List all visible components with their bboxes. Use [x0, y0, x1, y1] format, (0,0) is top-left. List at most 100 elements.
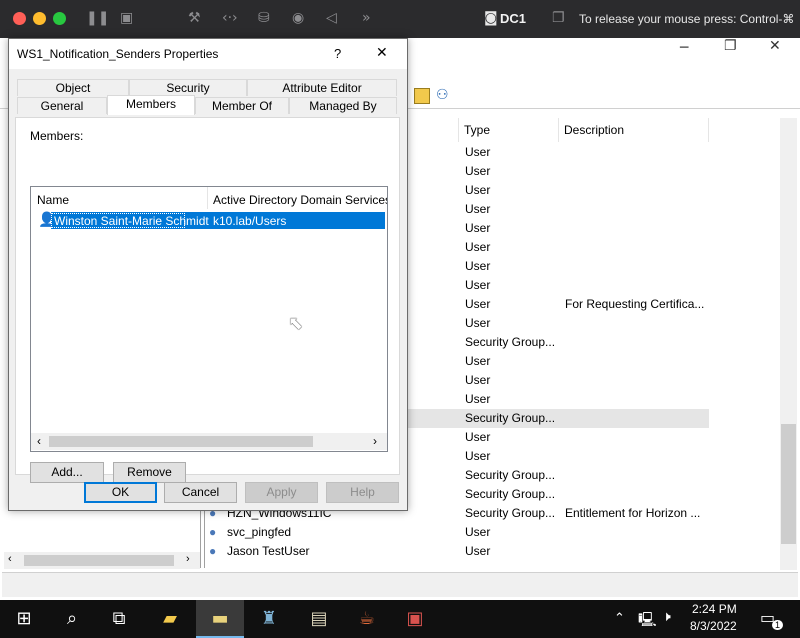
minimize-window-button[interactable] [33, 12, 46, 25]
dialog-title: WS1_Notification_Senders Properties [17, 47, 219, 61]
camera-icon[interactable]: ◉ [292, 10, 304, 26]
notification-count: 1 [772, 620, 784, 630]
tab-security[interactable]: Security [129, 79, 247, 96]
tab-general[interactable]: General [17, 97, 107, 114]
row-type: User [465, 373, 491, 387]
table-row[interactable]: ● Jason TestUser User [205, 542, 709, 561]
scroll-left-icon[interactable]: ‹ [37, 434, 41, 448]
column-header-name[interactable]: Name [31, 187, 208, 209]
row-type: User [465, 240, 491, 254]
row-description: For Requesting Certifica... [565, 297, 705, 311]
network-icon[interactable]: 🖳 [638, 609, 657, 633]
row-type: Security Group... [465, 487, 556, 501]
row-type: User [465, 278, 491, 292]
clock-time[interactable]: 2:24 PM [692, 602, 737, 616]
row-type: User [465, 449, 491, 463]
scroll-right-icon[interactable]: › [373, 434, 377, 448]
vm-title-bar: ❚❚ ▣ ⚒ ‹·› ⛁ ◉ ◁ » ◙ DC1 ❐ To release yo… [0, 0, 800, 38]
help-button[interactable]: Help [326, 482, 399, 503]
cancel-button[interactable]: Cancel [164, 482, 237, 503]
minimize-icon[interactable]: ─ [680, 40, 688, 56]
task-view-icon[interactable]: ⧉ [106, 606, 132, 632]
row-type: User [465, 145, 491, 159]
row-type: User [465, 297, 491, 311]
code-icon[interactable]: ‹·› [222, 10, 238, 26]
close-window-button[interactable] [13, 12, 26, 25]
scroll-thumb[interactable] [781, 424, 796, 544]
row-type: User [465, 430, 491, 444]
scroll-thumb[interactable] [24, 555, 174, 566]
clock-date[interactable]: 8/3/2022 [690, 619, 737, 633]
maximize-icon[interactable]: ❐ [724, 38, 737, 54]
scroll-left-icon[interactable]: ‹ [8, 553, 12, 565]
row-description: Entitlement for Horizon ... [565, 506, 701, 520]
tab-members[interactable]: Members [107, 95, 195, 115]
zoom-window-button[interactable] [53, 12, 66, 25]
row-type: User [465, 544, 491, 558]
table-row[interactable]: ● svc_pingfed User [205, 523, 709, 542]
snapshot-icon[interactable]: ▣ [120, 10, 133, 26]
ok-button[interactable]: OK [84, 482, 157, 503]
toolbar-group-icon[interactable]: ⚇ [436, 87, 449, 103]
column-header-description[interactable]: Description [559, 118, 709, 142]
scroll-thumb[interactable] [49, 436, 313, 447]
search-icon[interactable]: ⌕ [59, 606, 85, 632]
chevron-up-icon[interactable]: ⌃ [614, 610, 625, 626]
row-type: User [465, 164, 491, 178]
more-icon[interactable]: » [362, 10, 371, 26]
window-icon: ❐ [552, 10, 565, 26]
wrench-icon[interactable]: ⚒ [188, 10, 201, 26]
row-type: User [465, 354, 491, 368]
apply-button[interactable]: Apply [245, 482, 318, 503]
vm-name: DC1 [500, 11, 527, 26]
row-name: svc_pingfed [227, 525, 292, 539]
windows-taskbar: ⊞ ⌕ ⧉ ▰ ▬ ♜ ▤ ☕ ▣ ⌃ 🖳 🕨 2:24 PM 8/3/2022… [0, 600, 800, 638]
toolbox-icon[interactable]: ▣ [402, 606, 428, 632]
member-folder: k10.lab/Users [213, 214, 287, 228]
volume-icon[interactable]: 🕨 [662, 609, 671, 625]
row-name: Jason TestUser [227, 544, 310, 558]
file-explorer-icon[interactable]: ▰ [157, 606, 183, 632]
column-header-type[interactable]: Type [459, 118, 559, 142]
members-tab-panel: Members: Name Active Directory Domain Se… [15, 117, 400, 483]
add-button[interactable]: Add... [30, 462, 104, 483]
close-icon[interactable]: ✕ [376, 45, 388, 61]
tab-member-of[interactable]: Member Of [195, 97, 289, 114]
toolbar-filter-icon[interactable] [414, 88, 430, 104]
sound-icon[interactable]: ◁ [326, 10, 337, 26]
active-taskbar-item[interactable]: ▬ [196, 600, 244, 638]
notepad-icon[interactable]: ▤ [306, 606, 332, 632]
list-item[interactable]: 👤 Winston Saint-Marie Schmidt k10.lab/Us… [35, 212, 385, 230]
status-bar [2, 572, 798, 597]
row-type: Security Group... [465, 411, 556, 425]
pause-icon[interactable]: ❚❚ [86, 10, 109, 26]
java-icon[interactable]: ☕ [354, 606, 380, 632]
list-vertical-scrollbar[interactable] [780, 118, 797, 570]
member-name: Winston Saint-Marie Schmidt [54, 214, 209, 228]
row-type: User [465, 221, 491, 235]
tab-attribute-editor[interactable]: Attribute Editor [247, 79, 397, 96]
server-manager-icon[interactable]: ♜ [256, 606, 282, 632]
members-horizontal-scrollbar[interactable]: ‹ › [31, 433, 387, 450]
members-label: Members: [30, 129, 84, 143]
user-icon: ● [209, 544, 217, 558]
column-header-folder-label: Active Directory Domain Services Fo [213, 193, 387, 207]
close-icon[interactable]: ✕ [769, 38, 781, 54]
column-header-name-label: Name [37, 193, 70, 207]
row-type: Security Group... [465, 468, 556, 482]
members-list[interactable]: Name Active Directory Domain Services Fo… [30, 186, 388, 452]
start-icon[interactable]: ⊞ [11, 606, 37, 632]
user-icon: ● [209, 525, 217, 539]
drive-icon[interactable]: ⛁ [258, 10, 270, 26]
help-icon[interactable]: ? [334, 46, 341, 61]
mouse-cursor-icon: ⬉ [288, 313, 304, 334]
tab-object[interactable]: Object [17, 79, 129, 96]
tree-horizontal-scrollbar[interactable]: ‹ › [4, 552, 200, 569]
scroll-right-icon[interactable]: › [186, 553, 190, 565]
row-type: User [465, 183, 491, 197]
tab-managed-by[interactable]: Managed By [289, 97, 397, 114]
row-type: User [465, 392, 491, 406]
column-header-folder[interactable]: Active Directory Domain Services Fo [208, 187, 387, 209]
remove-button[interactable]: Remove [113, 462, 186, 483]
vm-icon: ◙ [484, 10, 498, 26]
